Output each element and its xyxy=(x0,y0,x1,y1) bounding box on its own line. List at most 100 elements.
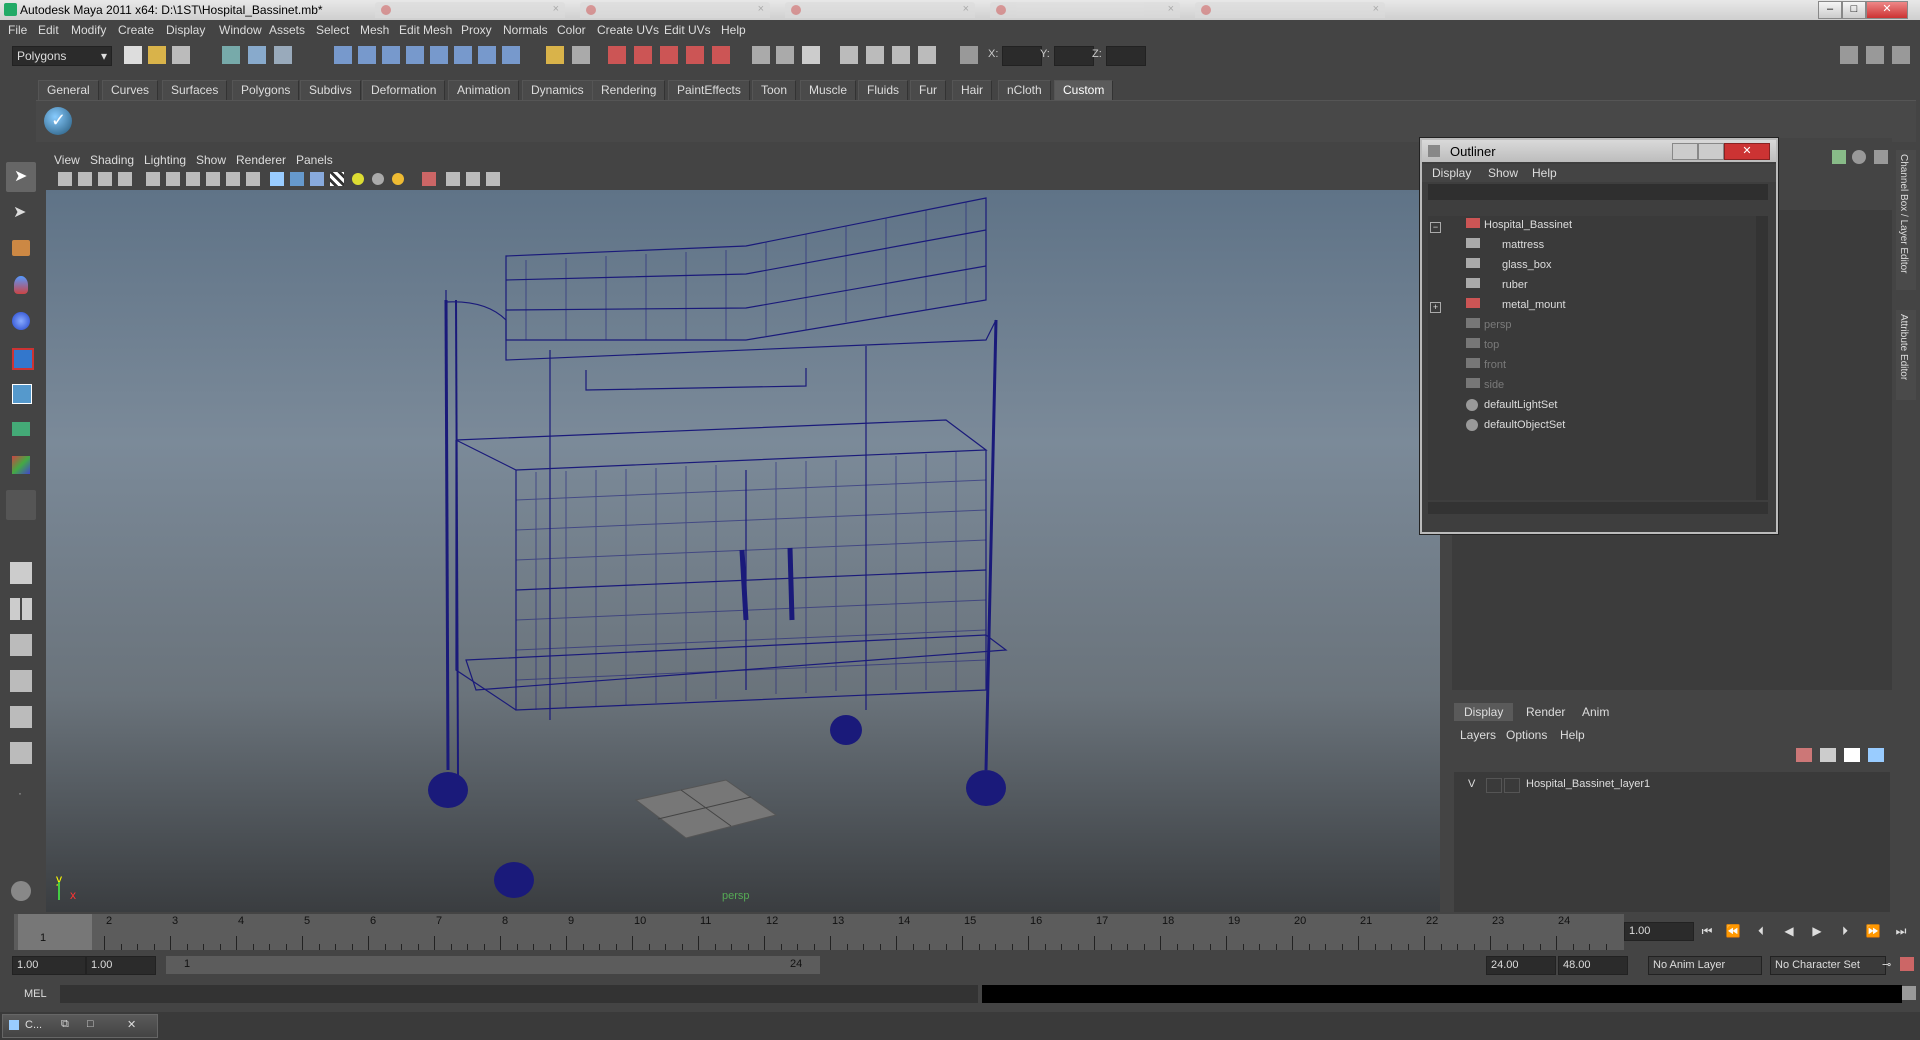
layer-display-icon[interactable] xyxy=(1852,150,1866,164)
character-set-dropdown[interactable]: No Character Set xyxy=(1770,956,1886,975)
maximize-button[interactable]: □ xyxy=(1842,1,1866,19)
viewport-menu-view[interactable]: View xyxy=(54,153,80,167)
select-camera-icon[interactable] xyxy=(58,172,72,186)
show-layer-editor-icon[interactable] xyxy=(892,46,910,64)
shelf-tab-general[interactable]: General xyxy=(38,80,99,100)
shelf-tab-animation[interactable]: Animation xyxy=(448,80,520,100)
shelf-tab-polygons[interactable]: Polygons xyxy=(232,80,300,100)
shelf-tab-dynamics[interactable]: Dynamics xyxy=(522,80,593,100)
step-back-key-icon[interactable]: ⏪ xyxy=(1724,924,1742,940)
viewport-menu-panels[interactable]: Panels xyxy=(296,153,333,167)
minimized-window[interactable]: C... ⧉ □ ✕ xyxy=(2,1014,158,1038)
grid-toggle-icon[interactable] xyxy=(146,172,160,186)
collapse-toggle-icon[interactable]: − xyxy=(1430,222,1441,233)
layer-menu-options[interactable]: Options xyxy=(1506,728,1547,742)
render-settings-icon[interactable] xyxy=(660,46,678,64)
outliner-item-side[interactable]: side xyxy=(1466,376,1504,394)
shelf-tab-fur[interactable]: Fur xyxy=(910,80,946,100)
x-field[interactable] xyxy=(1002,46,1042,66)
select-tool-icon[interactable]: ➤ xyxy=(6,162,36,192)
play-forward-icon[interactable]: ▶ xyxy=(1808,924,1826,940)
expand-toggle-icon[interactable]: + xyxy=(1430,302,1441,313)
new-scene-icon[interactable] xyxy=(124,46,142,64)
attribute-editor-side-tab[interactable]: Attribute Editor xyxy=(1896,310,1916,400)
viewport-menu-renderer[interactable]: Renderer xyxy=(236,153,286,167)
time-slider[interactable]: 123456789101112131415161718192021222324 … xyxy=(14,914,1624,950)
textured-icon[interactable] xyxy=(330,172,344,186)
step-forward-key-icon[interactable]: ⏩ xyxy=(1864,924,1882,940)
menu-help[interactable]: Help xyxy=(721,23,746,37)
layer-row[interactable]: V Hospital_Bassinet_layer1 xyxy=(1454,776,1890,794)
command-language-label[interactable]: MEL xyxy=(24,988,47,1000)
animation-start-field[interactable]: 1.00 xyxy=(12,956,86,975)
show-outliner-icon[interactable] xyxy=(918,46,936,64)
channel-box-side-tab[interactable]: Channel Box / Layer Editor xyxy=(1896,150,1916,290)
menu-color[interactable]: Color xyxy=(557,23,586,37)
menu-mesh[interactable]: Mesh xyxy=(360,23,389,37)
new-layer-selected-icon[interactable] xyxy=(1820,748,1836,762)
high-quality-icon[interactable] xyxy=(486,172,500,186)
image-plane-icon[interactable] xyxy=(118,172,132,186)
menu-create[interactable]: Create xyxy=(118,23,154,37)
outliner-item-glass-box[interactable]: glass_box xyxy=(1466,256,1552,274)
help-question-icon[interactable] xyxy=(502,46,520,64)
outliner-item-persp[interactable]: persp xyxy=(1466,316,1512,334)
anim-layer-dropdown[interactable]: No Anim Layer xyxy=(1648,956,1762,975)
menu-create-uvs[interactable]: Create UVs xyxy=(597,23,659,37)
bookmarks-icon[interactable] xyxy=(98,172,112,186)
render-region-icon[interactable] xyxy=(572,46,590,64)
hypershade-layout-icon[interactable] xyxy=(6,702,36,732)
layer-menu-help[interactable]: Help xyxy=(1560,728,1585,742)
outliner-menu-help[interactable]: Help xyxy=(1532,166,1557,180)
xray-joints-icon[interactable] xyxy=(466,172,480,186)
restore-icon[interactable]: ⧉ xyxy=(61,1018,69,1031)
snap-view-icon[interactable] xyxy=(454,46,472,64)
layer-tab-display[interactable]: Display xyxy=(1454,703,1514,721)
outliner-item-top[interactable]: top xyxy=(1466,336,1499,354)
render-frame-icon[interactable] xyxy=(608,46,626,64)
go-to-start-icon[interactable]: ⏮ xyxy=(1698,924,1716,940)
outliner-horizontal-scrollbar[interactable] xyxy=(1428,502,1768,514)
menu-window[interactable]: Window xyxy=(219,23,262,37)
isolate-select-icon[interactable] xyxy=(422,172,436,186)
open-scene-icon[interactable] xyxy=(148,46,166,64)
outliner-item-mattress[interactable]: mattress xyxy=(1466,236,1544,254)
paint-select-tool-icon[interactable] xyxy=(6,234,36,264)
outliner-vertical-scrollbar[interactable] xyxy=(1756,216,1768,500)
animation-preferences-icon[interactable] xyxy=(1900,957,1914,971)
resolution-gate-icon[interactable] xyxy=(186,172,200,186)
menu-modify[interactable]: Modify xyxy=(71,23,106,37)
menu-set-dropdown[interactable]: Polygons ▾ xyxy=(12,46,112,66)
toggle-attribute-editor-icon[interactable] xyxy=(1840,46,1858,64)
snap-grid-icon[interactable] xyxy=(334,46,352,64)
outliner-filter-field[interactable] xyxy=(1428,184,1768,200)
menu-assets[interactable]: Assets xyxy=(269,23,305,37)
outliner-menu-show[interactable]: Show xyxy=(1488,166,1518,180)
menu-edit[interactable]: Edit xyxy=(38,23,59,37)
outliner-item-ruber[interactable]: ruber xyxy=(1466,276,1528,294)
layer-down-icon[interactable] xyxy=(1868,748,1884,762)
camera-attributes-icon[interactable] xyxy=(78,172,92,186)
command-input[interactable] xyxy=(60,985,978,1003)
menu-file[interactable]: File xyxy=(8,23,27,37)
show-channel-box-icon[interactable] xyxy=(866,46,884,64)
shelf-tab-toon[interactable]: Toon xyxy=(752,80,797,100)
shelf-tab-custom[interactable]: Custom xyxy=(1054,80,1114,100)
range-slider[interactable]: 1 24 xyxy=(166,956,820,974)
outliner-minimize-button[interactable] xyxy=(1672,143,1698,160)
persp-outliner-layout-icon[interactable] xyxy=(6,630,36,660)
layer-menu-layers[interactable]: Layers xyxy=(1460,728,1496,742)
shelf-tab-deformation[interactable]: Deformation xyxy=(362,80,446,100)
viewport-menu-show[interactable]: Show xyxy=(196,153,226,167)
snap-point-icon[interactable] xyxy=(382,46,400,64)
select-component-icon[interactable] xyxy=(274,46,292,64)
four-view-layout-icon[interactable] xyxy=(6,594,36,624)
soft-modification-icon[interactable] xyxy=(6,414,36,444)
shelf-tab-muscle[interactable]: Muscle xyxy=(800,80,857,100)
menu-edit-uvs[interactable]: Edit UVs xyxy=(664,23,711,37)
input-line-icon[interactable] xyxy=(752,46,770,64)
safe-action-icon[interactable] xyxy=(246,172,260,186)
outliner-item-default-object-set[interactable]: defaultObjectSet xyxy=(1466,416,1565,434)
outliner-item-hospital-bassinet[interactable]: Hospital_Bassinet xyxy=(1466,216,1572,234)
playback-end-field[interactable]: 24.00 xyxy=(1486,956,1556,975)
